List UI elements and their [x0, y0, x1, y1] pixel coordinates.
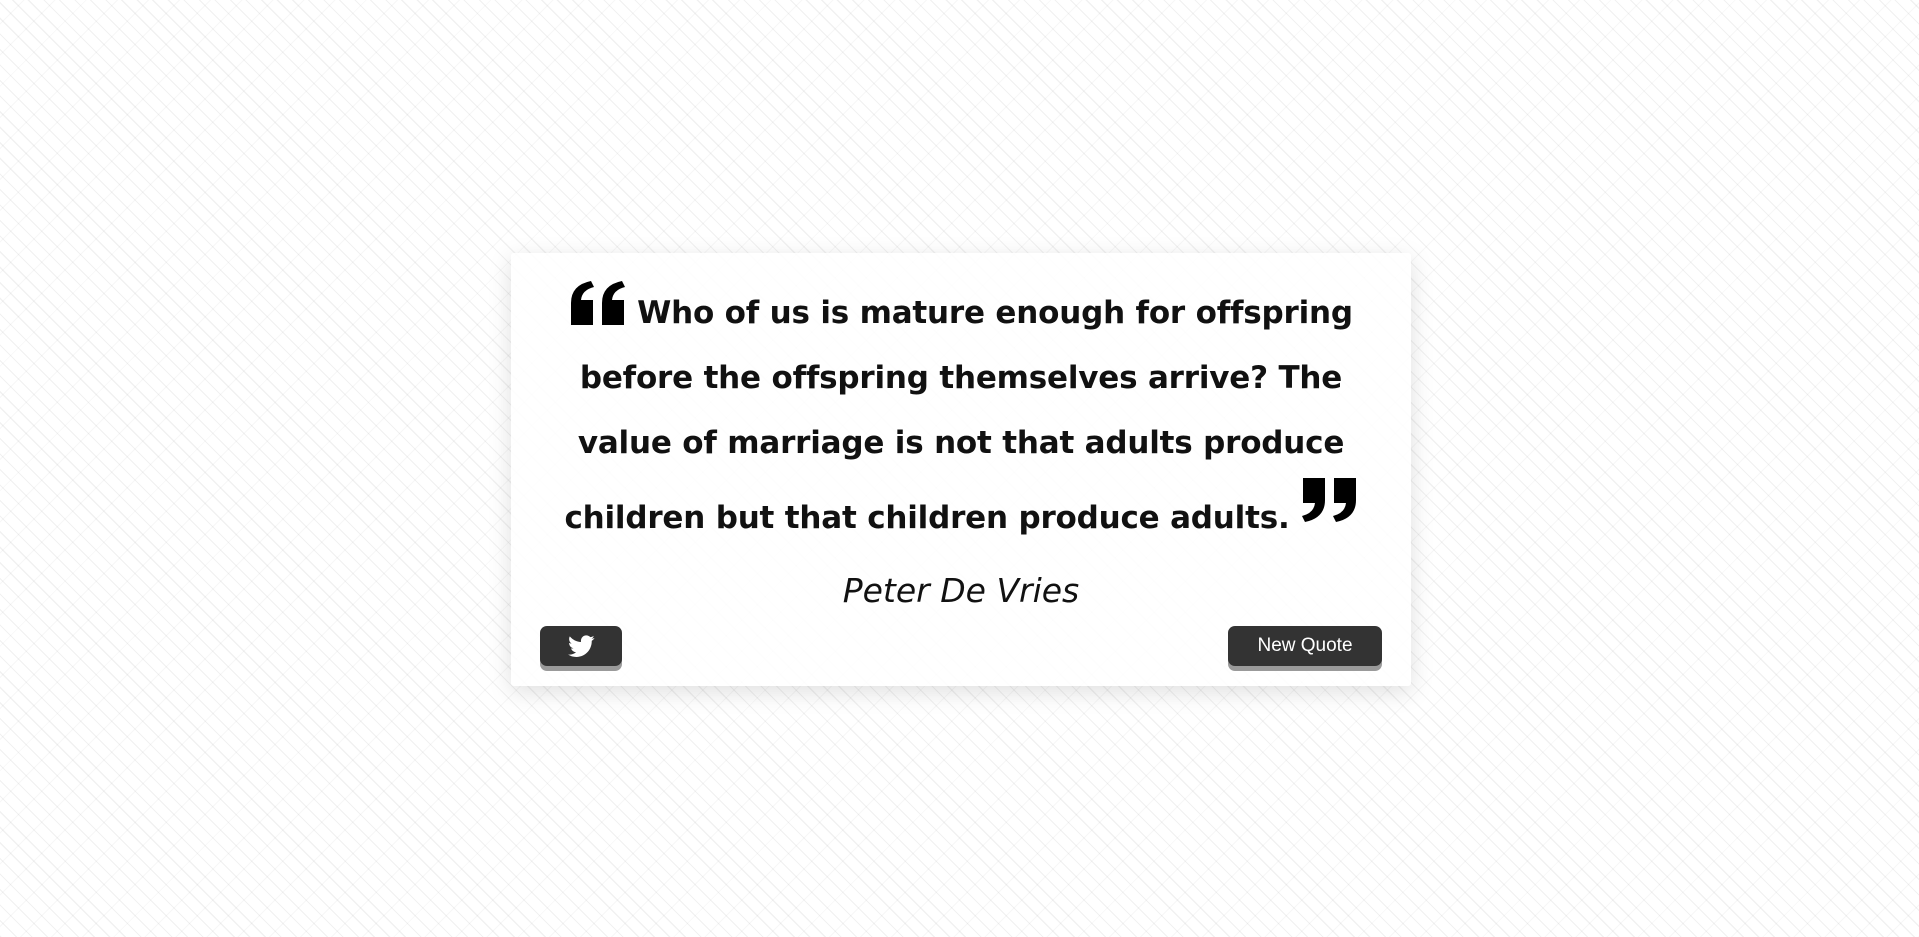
quote-right-icon [1300, 476, 1358, 524]
quote-left-icon [569, 279, 627, 327]
quote-actions: New Quote [540, 626, 1382, 672]
quote-author: Peter De Vries [842, 571, 1080, 610]
quote-text: Who of us is mature enough for offspring… [564, 295, 1353, 536]
quote-text-block: Who of us is mature enough for offspring… [549, 279, 1373, 551]
new-quote-button[interactable]: New Quote [1228, 626, 1382, 666]
twitter-icon [567, 634, 595, 658]
tweet-button[interactable] [540, 626, 622, 666]
quote-card: Who of us is mature enough for offspring… [511, 253, 1411, 686]
